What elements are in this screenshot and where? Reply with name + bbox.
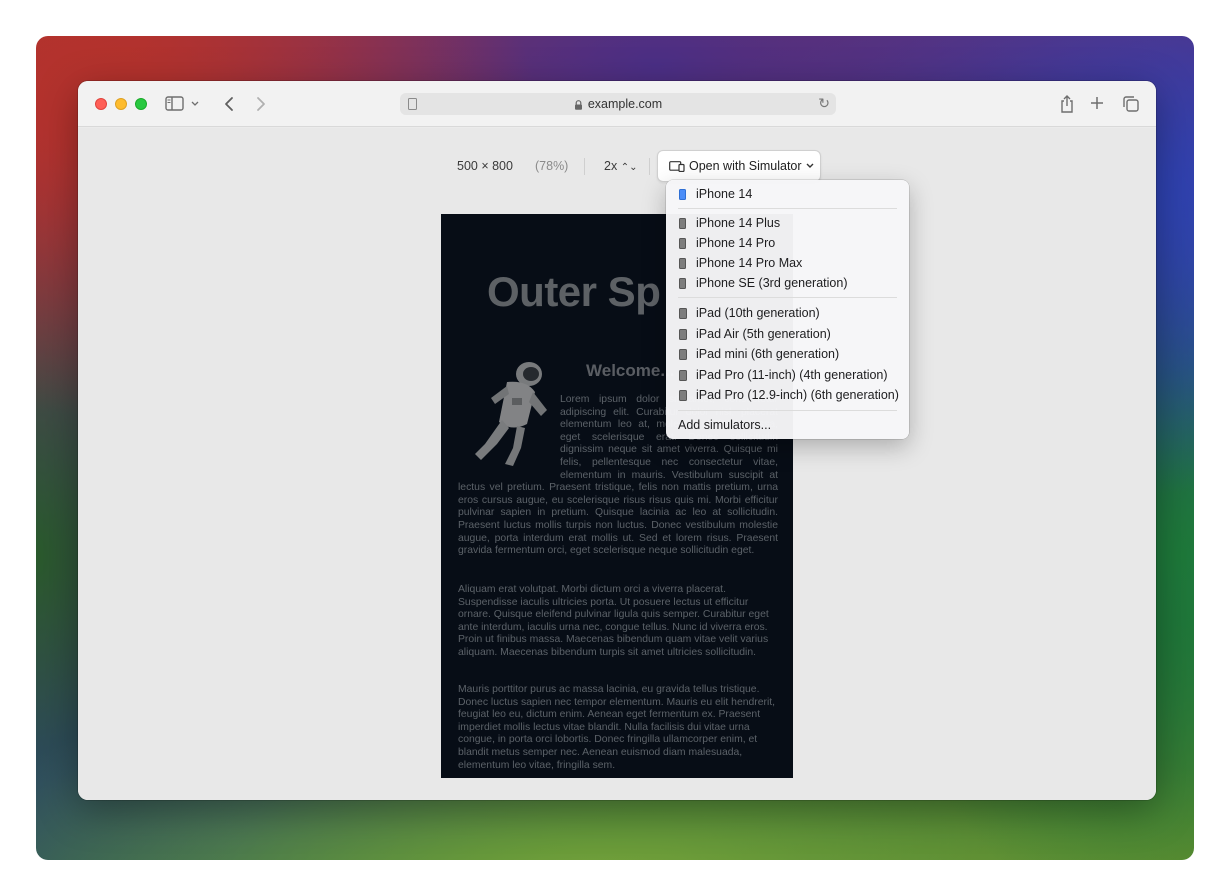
- tabs-icon: [1123, 96, 1139, 112]
- share-button[interactable]: [1056, 93, 1078, 115]
- iphone-icon: [679, 188, 686, 200]
- updown-chevron-icon: ⌃⌄: [620, 162, 638, 173]
- menu-separator: [678, 208, 897, 209]
- paragraph-3: Mauris porttitor purus ac massa lacinia,…: [458, 684, 776, 771]
- tab-overview-button[interactable]: [1120, 93, 1142, 115]
- new-tab-button[interactable]: [1086, 91, 1108, 115]
- menu-item-iphone-14-plus[interactable]: iPhone 14 Plus: [666, 213, 909, 233]
- ipad-icon: [679, 389, 687, 401]
- menu-item-label: iPad Pro (11-inch) (4th generation): [696, 368, 888, 382]
- menu-item-iphone-se[interactable]: iPhone SE (3rd generation): [666, 273, 909, 293]
- ipad-icon: [679, 307, 687, 319]
- menu-item-ipad-mini[interactable]: iPad mini (6th generation): [666, 344, 909, 364]
- viewport-zoom: (78%): [535, 159, 569, 173]
- menu-item-ipad-air[interactable]: iPad Air (5th generation): [666, 324, 909, 344]
- menu-item-ipad-10th[interactable]: iPad (10th generation): [666, 303, 909, 323]
- plus-icon: [1091, 97, 1103, 109]
- ipad-icon: [679, 369, 687, 381]
- close-window-button[interactable]: [95, 98, 107, 110]
- forward-button[interactable]: [250, 93, 272, 115]
- chevron-right-icon: [257, 97, 265, 111]
- menu-item-label: iPad Air (5th generation): [696, 327, 831, 341]
- devices-icon: [669, 160, 685, 172]
- menu-separator: [678, 297, 897, 298]
- share-icon: [1061, 95, 1073, 113]
- add-simulators-item[interactable]: Add simulators...: [678, 418, 771, 432]
- iphone-icon: [679, 277, 686, 289]
- menu-item-ipad-pro-11[interactable]: iPad Pro (11-inch) (4th generation): [666, 365, 909, 385]
- ipad-icon: [679, 328, 687, 340]
- divider: [584, 158, 585, 175]
- reload-icon[interactable]: ↻: [818, 95, 830, 112]
- browser-window: example.com ↻ 500 × 800 (78%) 2x ⌃⌄ Open…: [78, 81, 1156, 800]
- menu-item-label: iPhone SE (3rd generation): [696, 276, 848, 290]
- menu-item-label: iPhone 14 Pro Max: [696, 256, 803, 270]
- menu-item-label: iPad mini (6th generation): [696, 347, 840, 361]
- menu-item-iphone-14[interactable]: iPhone 14: [666, 184, 909, 204]
- paragraph-2: Aliquam erat volutpat. Morbi dictum orci…: [458, 584, 769, 658]
- address-text: example.com: [587, 97, 663, 111]
- simulator-menu: iPhone 14 iPhone 14 Plus iPhone 14 Pro i…: [666, 180, 909, 439]
- divider: [649, 158, 650, 175]
- menu-item-iphone-14-pro-max[interactable]: iPhone 14 Pro Max: [666, 253, 909, 273]
- viewport-size[interactable]: 500 × 800: [457, 159, 513, 173]
- welcome-heading: Welcome...: [586, 361, 675, 380]
- pixel-ratio-value: 2x: [604, 159, 618, 173]
- responsive-design-area: 500 × 800 (78%) 2x ⌃⌄ Open with Simulato…: [78, 128, 1156, 800]
- menu-item-label: iPad Pro (12.9-inch) (6th generation): [696, 388, 899, 402]
- menu-separator: [678, 410, 897, 411]
- ipad-icon: [679, 348, 687, 360]
- iphone-icon: [679, 237, 686, 249]
- iphone-icon: [679, 217, 686, 229]
- menu-item-label: iPhone 14: [696, 187, 753, 201]
- open-with-simulator-button[interactable]: Open with Simulator: [657, 150, 821, 182]
- pixel-ratio-select[interactable]: 2x ⌃⌄: [604, 159, 637, 173]
- menu-item-label: iPhone 14 Plus: [696, 216, 781, 230]
- page-icon: [408, 98, 417, 110]
- menu-item-label: iPad (10th generation): [696, 306, 820, 320]
- address-bar[interactable]: example.com ↻: [400, 93, 836, 115]
- maximize-window-button[interactable]: [135, 98, 147, 110]
- back-button[interactable]: [218, 93, 240, 115]
- minimize-window-button[interactable]: [115, 98, 127, 110]
- menu-item-iphone-14-pro[interactable]: iPhone 14 Pro: [666, 233, 909, 253]
- responsive-toolbar: 500 × 800 (78%) 2x ⌃⌄ Open with Simulato…: [78, 150, 1156, 182]
- chevron-left-icon: [225, 97, 233, 111]
- sidebar-toggle-button[interactable]: [164, 95, 204, 113]
- page-heading: Outer Sp: [487, 268, 661, 315]
- open-with-simulator-label: Open with Simulator: [689, 159, 802, 173]
- lock-icon: [574, 100, 582, 110]
- iphone-icon: [679, 257, 686, 269]
- menu-item-label: iPhone 14 Pro: [696, 236, 776, 250]
- sidebar-icon: [165, 96, 199, 111]
- chevron-down-icon: [806, 163, 814, 168]
- browser-toolbar: example.com ↻: [78, 81, 1156, 127]
- menu-item-ipad-pro-12-9[interactable]: iPad Pro (12.9-inch) (6th generation): [666, 385, 909, 405]
